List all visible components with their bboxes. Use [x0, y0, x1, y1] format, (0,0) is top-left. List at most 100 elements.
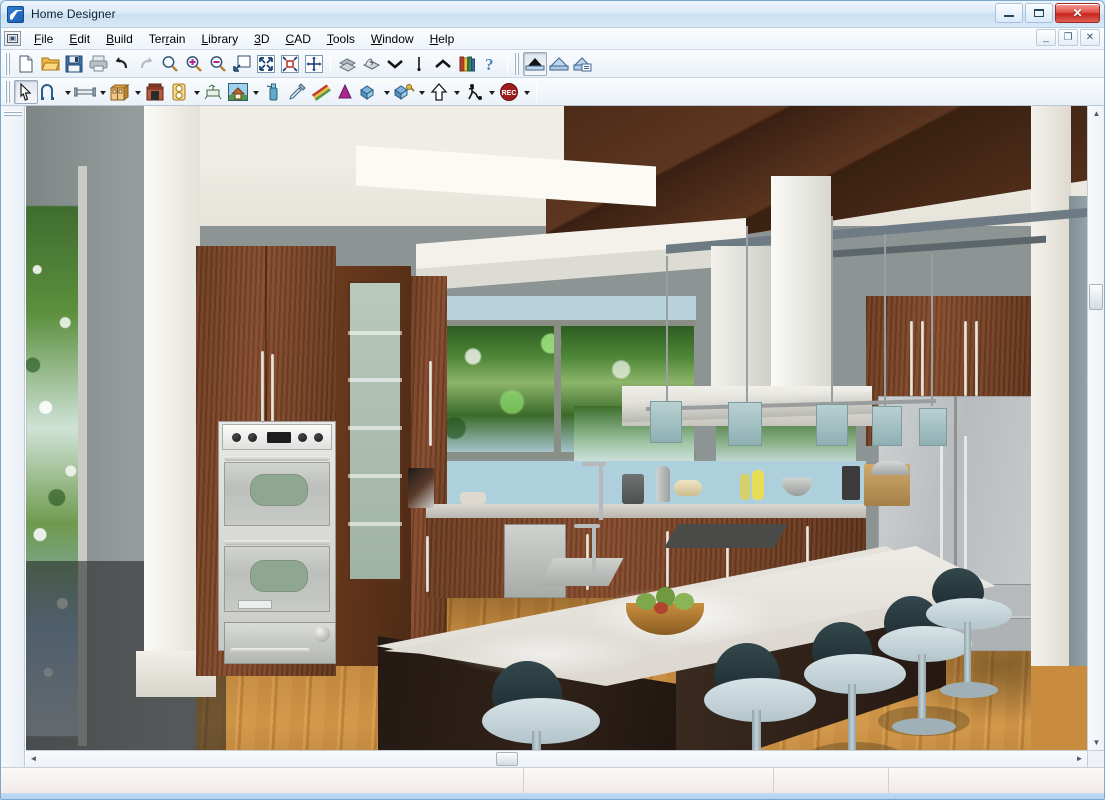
- help-button[interactable]: ?: [479, 52, 503, 76]
- menu-terrain[interactable]: Terrain: [141, 30, 194, 48]
- up-one-floor-button[interactable]: [431, 52, 455, 76]
- menu-cad[interactable]: CAD: [278, 30, 319, 48]
- maximize-button[interactable]: [1025, 3, 1053, 23]
- zoom-to-selection-button[interactable]: [278, 52, 302, 76]
- stool-pole: [752, 710, 761, 750]
- fill-window-button[interactable]: [230, 52, 254, 76]
- scroll-left-arrow[interactable]: ◄: [26, 751, 41, 766]
- menu-edit[interactable]: Edit: [61, 30, 98, 48]
- mdi-window-controls: _ ❐ ✕: [1036, 29, 1100, 46]
- warming-drawer-handle: [230, 648, 310, 653]
- record-walkthrough-button[interactable]: REC: [497, 80, 521, 104]
- select-objects-button[interactable]: [14, 79, 38, 104]
- toolbar-separator: [536, 81, 537, 102]
- cabinet-door-split: [265, 246, 267, 436]
- menu-help[interactable]: Help: [422, 30, 463, 48]
- print-button[interactable]: [86, 52, 110, 76]
- materials-list-button[interactable]: [309, 80, 333, 104]
- mdi-close-button[interactable]: ✕: [1080, 29, 1100, 46]
- scroll-up-arrow[interactable]: ▲: [1089, 106, 1104, 121]
- undo-button[interactable]: [110, 52, 134, 76]
- material-painter-button[interactable]: [261, 80, 285, 104]
- scroll-right-arrow[interactable]: ►: [1072, 751, 1087, 766]
- material-eyedropper-button[interactable]: [285, 80, 309, 104]
- view-toolbar-grip[interactable]: [513, 52, 520, 75]
- zoom-in-button[interactable]: [182, 52, 206, 76]
- reference-display-button[interactable]: [335, 52, 359, 76]
- room-tools-button[interactable]: [38, 80, 62, 104]
- mdi-minimize-button[interactable]: _: [1036, 29, 1056, 46]
- redo-button[interactable]: [134, 52, 158, 76]
- document-control-icon[interactable]: [4, 31, 21, 46]
- mdi-restore-button[interactable]: ❐: [1058, 29, 1078, 46]
- toolbar-separator: [507, 53, 508, 74]
- tools-toolbar-grip[interactable]: [4, 80, 11, 103]
- floor-overview-button[interactable]: [547, 52, 571, 76]
- exterior-tools-caret[interactable]: [250, 80, 261, 104]
- menu-build[interactable]: Build: [98, 30, 141, 48]
- scroll-down-arrow[interactable]: ▼: [1089, 735, 1104, 750]
- doll-house-view-button[interactable]: [571, 52, 595, 76]
- wall-tools-button[interactable]: [73, 80, 97, 104]
- fill-window-building-button[interactable]: [254, 52, 278, 76]
- open-plan-button[interactable]: [38, 52, 62, 76]
- refrigerator-handle: [964, 436, 967, 576]
- move-up-caret[interactable]: [451, 80, 462, 104]
- walkthrough-button[interactable]: [462, 80, 486, 104]
- horizontal-scrollbar[interactable]: ◄ ►: [26, 750, 1087, 767]
- status-cell-b: [774, 768, 889, 793]
- menu-window[interactable]: Window: [363, 30, 422, 48]
- new-plan-button[interactable]: [14, 52, 38, 76]
- pendant-wire: [884, 234, 886, 406]
- island-sink: [538, 558, 624, 586]
- move-up-button[interactable]: [427, 80, 451, 104]
- zoom-button[interactable]: [158, 52, 182, 76]
- right-wall-column: [1031, 106, 1071, 726]
- down-one-floor-button[interactable]: [383, 52, 407, 76]
- menu-tools[interactable]: Tools: [319, 30, 363, 48]
- electrical-tools-button[interactable]: [167, 80, 191, 104]
- toolbar-separator: [330, 53, 331, 74]
- pendant-wire: [746, 226, 748, 406]
- zoom-out-button[interactable]: [206, 52, 230, 76]
- cabinet-handle: [975, 321, 978, 396]
- furniture-tools-button[interactable]: [202, 80, 226, 104]
- fireplace-tools-button[interactable]: [143, 80, 167, 104]
- pan-window-button[interactable]: [302, 52, 326, 76]
- app-logo-icon: [7, 5, 24, 23]
- menu-3d[interactable]: 3D: [246, 30, 277, 48]
- electrical-tools-caret[interactable]: [191, 80, 202, 104]
- svg-text:REC: REC: [502, 90, 517, 97]
- cad-tools-button[interactable]: [392, 80, 416, 104]
- vertical-scroll-thumb[interactable]: [1089, 284, 1103, 310]
- library-browser-button[interactable]: [455, 52, 479, 76]
- cabinet-tools-button[interactable]: [108, 80, 132, 104]
- vertical-scrollbar[interactable]: ▲ ▼: [1087, 106, 1104, 750]
- change-floor-button[interactable]: [359, 52, 383, 76]
- cad-tools-caret[interactable]: [416, 80, 427, 104]
- save-plan-button[interactable]: [62, 52, 86, 76]
- horizontal-scroll-thumb[interactable]: [496, 752, 518, 766]
- exterior-tools-button[interactable]: [226, 80, 250, 104]
- menu-file[interactable]: File: [26, 30, 61, 48]
- menu-library[interactable]: Library: [193, 30, 246, 48]
- close-button[interactable]: ✕: [1055, 3, 1100, 23]
- 3d-view-tools-button[interactable]: [357, 80, 381, 104]
- cabinet-tools-caret[interactable]: [132, 80, 143, 104]
- minimize-button[interactable]: [995, 3, 1023, 23]
- wall-tools-caret[interactable]: [97, 80, 108, 104]
- room-tools-caret[interactable]: [62, 80, 73, 104]
- toolbar-grip[interactable]: [4, 52, 11, 75]
- walkthrough-caret[interactable]: [486, 80, 497, 104]
- full-camera-button[interactable]: [523, 51, 547, 76]
- left-toolbar-grip[interactable]: [3, 110, 22, 117]
- terrain-tools-button[interactable]: [333, 80, 357, 104]
- fruit-apple: [636, 593, 656, 610]
- floor-up-down-button[interactable]: [407, 52, 431, 76]
- cabinet-glass-pane: [348, 281, 402, 581]
- 3d-camera-view[interactable]: [26, 106, 1087, 750]
- left-edge-toolbar[interactable]: [1, 106, 25, 767]
- work-area: ▲ ▼ ◄ ►: [1, 106, 1104, 767]
- record-walkthrough-caret[interactable]: [521, 80, 532, 104]
- 3d-view-tools-caret[interactable]: [381, 80, 392, 104]
